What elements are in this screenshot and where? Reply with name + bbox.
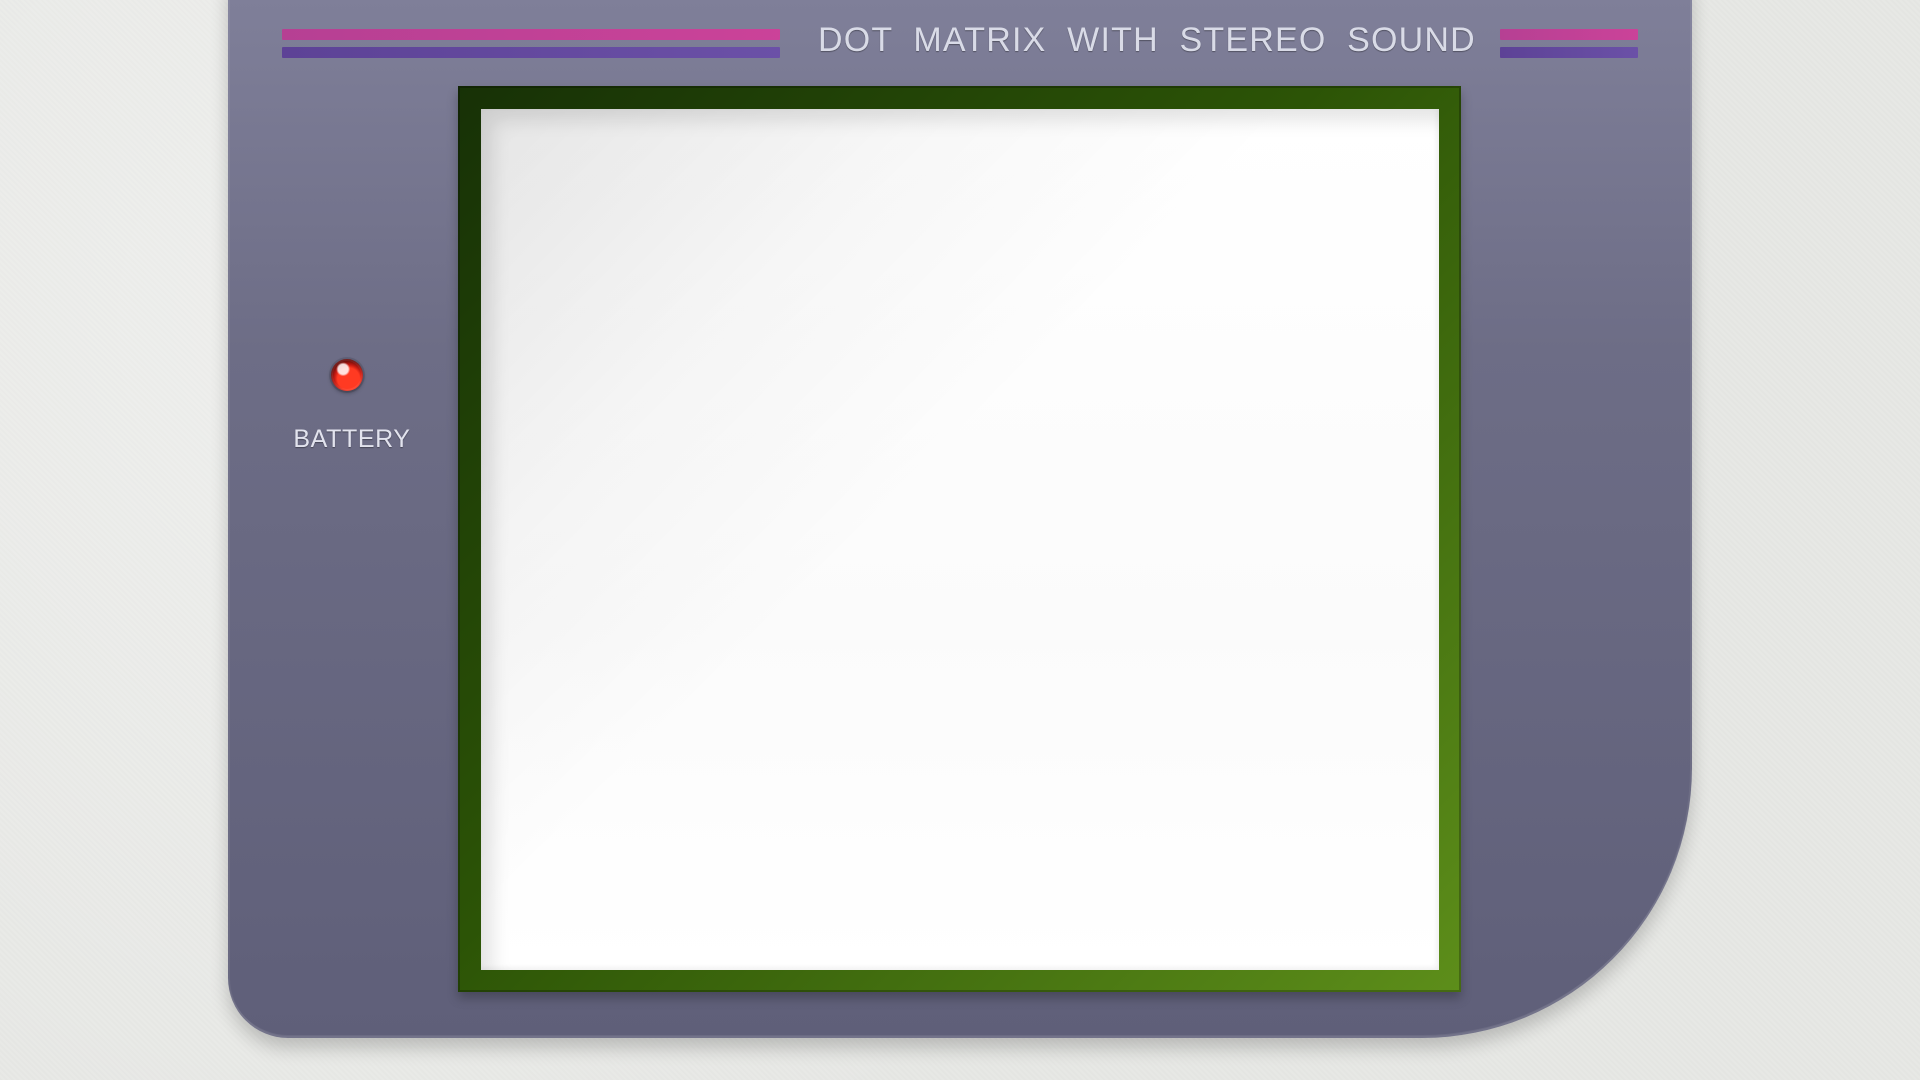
screen-display[interactable] xyxy=(481,109,1439,970)
battery-label: BATTERY xyxy=(293,425,411,453)
header-stripe-right-pink xyxy=(1500,29,1638,40)
header-stripe-right-purple xyxy=(1500,47,1638,58)
header-title: DOT MATRIX WITH STEREO SOUND xyxy=(818,21,1476,59)
header-stripe-left-pink xyxy=(282,29,780,40)
header-stripe-left-purple xyxy=(282,47,780,58)
battery-led-icon xyxy=(331,359,363,391)
